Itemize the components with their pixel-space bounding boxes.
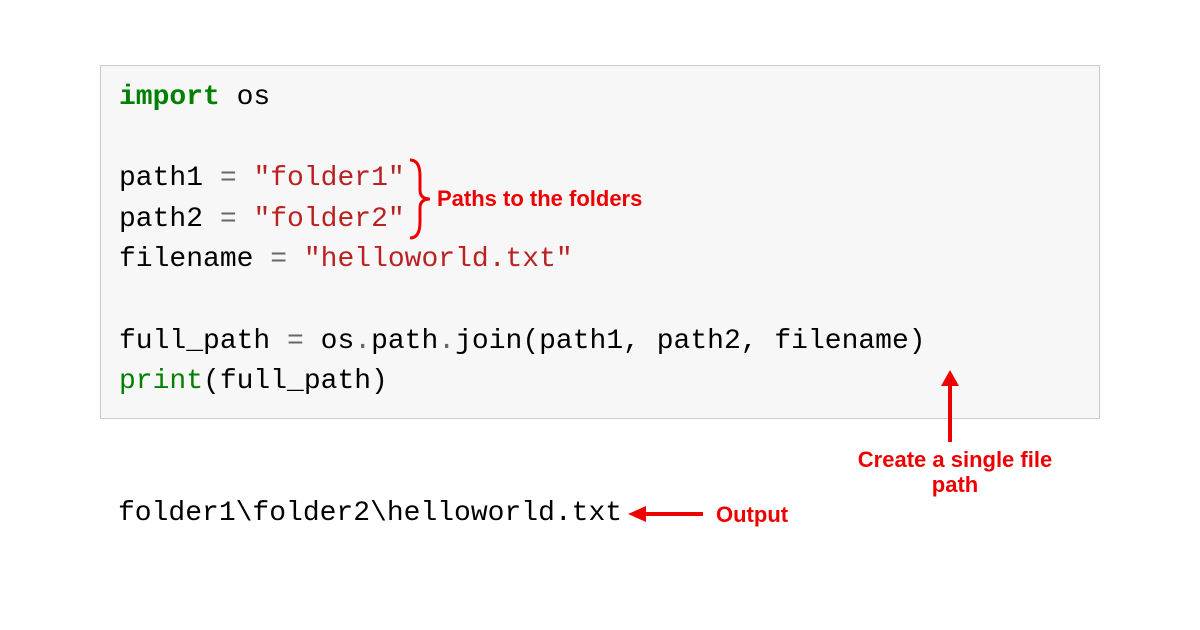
code-line-8: print(full_path) [119, 362, 1081, 403]
keyword-import: import [119, 82, 220, 113]
arrow-left-icon [628, 503, 706, 525]
code-blank-1 [119, 119, 1081, 160]
output-text: folder1\folder2\helloworld.txt [118, 498, 622, 529]
string-filename: "helloworld.txt" [304, 244, 573, 275]
code-line-5: filename = "helloworld.txt" [119, 240, 1081, 281]
annotation-paths: Paths to the folders [437, 186, 642, 211]
builtin-print: print [119, 366, 203, 397]
module-os: os [220, 82, 270, 113]
string-folder2: "folder2" [253, 204, 404, 235]
arrow-up-icon [938, 370, 962, 445]
annotation-output: Output [716, 502, 788, 527]
string-folder1: "folder1" [253, 163, 404, 194]
code-line-1: import os [119, 78, 1081, 119]
code-blank-2 [119, 281, 1081, 322]
code-block: import os path1 = "folder1" path2 = "fol… [100, 65, 1100, 419]
code-line-7: full_path = os.path.join(path1, path2, f… [119, 322, 1081, 363]
brace-icon [407, 158, 437, 240]
annotation-create: Create a single file path [850, 447, 1060, 498]
